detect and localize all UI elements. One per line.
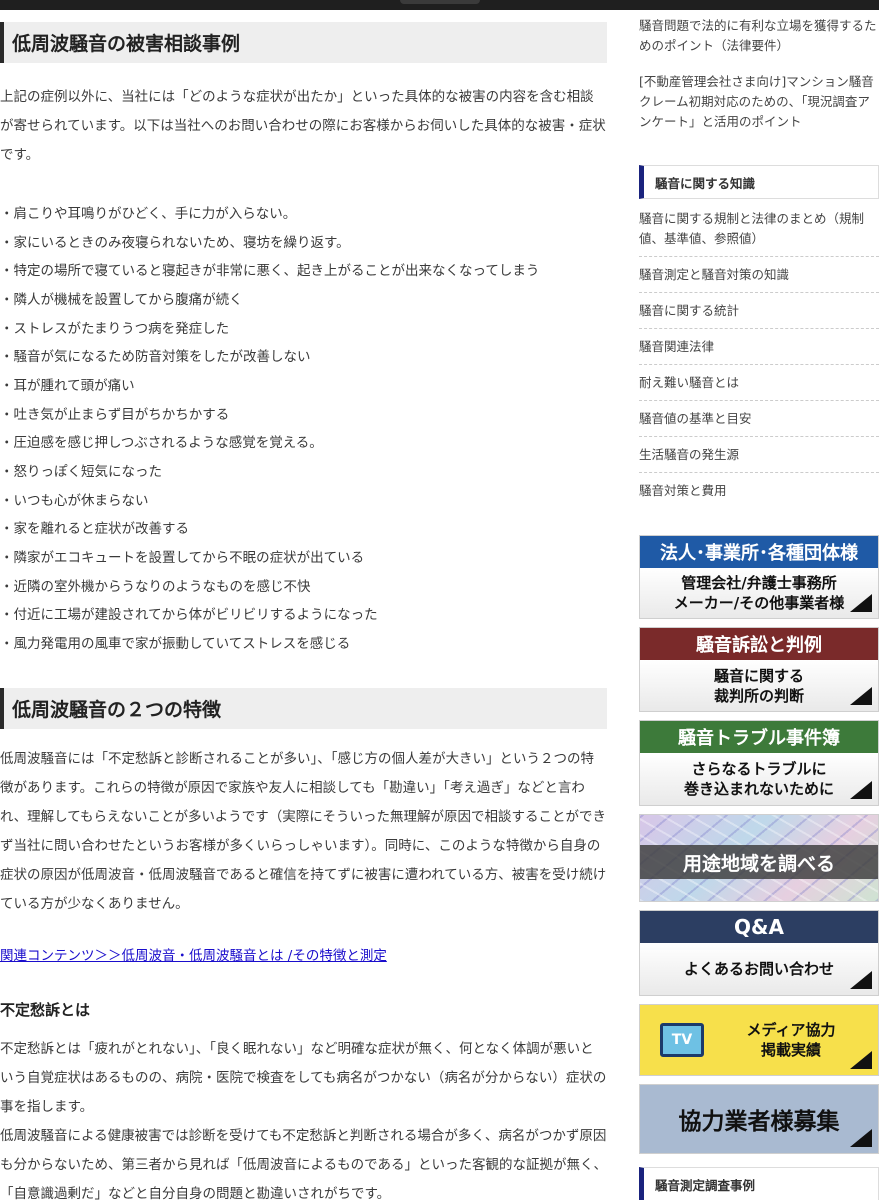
- list-item: ・風力発電用の風車で家が振動していてストレスを感じる: [0, 635, 351, 652]
- sidebar-section-title-cases: 騒音測定調査事例: [639, 1167, 879, 1200]
- sidebar-link-legal-points[interactable]: 騒音問題で法的に有利な立場を獲得するためのポイント（法律要件）: [639, 16, 879, 56]
- list-item: ・いつも心が休まらない: [0, 492, 149, 509]
- banner-corporate-title: 法人･事業所･各種団体様: [640, 536, 878, 568]
- banner-lawsuits[interactable]: 騒音訴訟と判例 騒音に関する 裁判所の判断: [639, 627, 879, 712]
- banner-lawsuits-line2: 裁判所の判断: [713, 686, 804, 705]
- list-item: ・ストレスがたまりうつ病を発症した: [0, 320, 230, 337]
- list-item: ・耳が腫れて頭が痛い: [0, 377, 135, 394]
- tv-icon: TV: [660, 1023, 704, 1057]
- banner-qa-title: Q&A: [640, 911, 878, 943]
- features-paragraph: 低周波騒音には「不定愁訴と診断されることが多い」、「感じ方の個人差が大きい」とい…: [0, 750, 607, 912]
- corner-arrow-icon: [850, 687, 872, 705]
- banner-media[interactable]: TV メディア協力 掲載実績: [639, 1004, 879, 1076]
- corner-arrow-icon: [850, 594, 872, 612]
- sidebar-item-measurement[interactable]: 騒音測定と騒音対策の知識: [639, 257, 879, 293]
- list-item: ・肩こりや耳鳴りがひどく、手に力が入らない。: [0, 206, 297, 222]
- sidebar-item-standards[interactable]: 騒音値の基準と目安: [639, 401, 879, 437]
- banner-trouble-cases[interactable]: 騒音トラブル事件簿 さらなるトラブルに 巻き込まれないために: [639, 720, 879, 806]
- banner-trouble-line2: 巻き込まれないために: [683, 780, 834, 798]
- list-item: ・家を離れると症状が改善する: [0, 521, 189, 538]
- corner-arrow-icon: [850, 1129, 872, 1147]
- sidebar-item-laws[interactable]: 騒音関連法律: [639, 329, 879, 365]
- list-item: ・付近に工場が建設されてから体がビリビリするようになった: [0, 607, 378, 624]
- banner-corporate-body: 管理会社/弁護士事務所 メーカー/その他事業者様: [640, 568, 878, 618]
- sidebar-item-costs[interactable]: 騒音対策と費用: [639, 473, 879, 508]
- corner-arrow-icon: [850, 781, 872, 799]
- banner-qa-body: よくあるお問い合わせ: [640, 943, 878, 995]
- banner-corporate-line2: メーカー/その他事業者様: [673, 594, 845, 612]
- sidebar-knowledge-list: 騒音に関する規制と法律のまとめ（規制値、基準値、参照値） 騒音測定と騒音対策の知…: [639, 205, 879, 508]
- banner-lawsuits-title: 騒音訴訟と判例: [640, 628, 878, 660]
- list-item: ・怒りっぽく短気になった: [0, 463, 162, 480]
- sidebar-section-title-knowledge: 騒音に関する知識: [639, 165, 879, 199]
- banner-partner-text: 協力業者様募集: [678, 1109, 840, 1135]
- corner-arrow-icon: [850, 1051, 872, 1069]
- list-item: ・隣人が機械を設置してから腹痛が続く: [0, 291, 243, 308]
- list-item: ・吐き気が止まらず目がちかちかする: [0, 406, 230, 423]
- article-main: 低周波騒音の被害相談事例 上記の症例以外に、当社には「どのような症状が出たか」と…: [0, 10, 607, 1200]
- list-item: ・圧迫感を感じ押しつぶされるような感覚を覚える。: [0, 435, 323, 452]
- section-heading-cases: 低周波騒音の被害相談事例: [0, 22, 607, 63]
- related-content-link[interactable]: 関連コンテンツ＞＞低周波音・低周波騒音とは /その特徴と測定: [0, 946, 607, 966]
- banner-zoning-text: 用途地域を調べる: [640, 845, 878, 879]
- banner-lawsuits-body: 騒音に関する 裁判所の判断: [640, 660, 878, 711]
- sidebar-item-unbearable[interactable]: 耐え難い騒音とは: [639, 365, 879, 401]
- sidebar: 騒音問題で法的に有利な立場を獲得するためのポイント（法律要件） [不動産管理会社…: [639, 10, 879, 1200]
- banner-lawsuits-line1: 騒音に関する: [713, 666, 804, 685]
- banner-partner-recruit[interactable]: 協力業者様募集: [639, 1084, 879, 1154]
- list-item: ・家にいるときのみ夜寝られないため、寝坊を繰り返す。: [0, 234, 350, 251]
- banner-trouble-title: 騒音トラブル事件簿: [640, 721, 878, 753]
- status-bar-notch: [400, 0, 480, 4]
- sidebar-banners: 法人･事業所･各種団体様 管理会社/弁護士事務所 メーカー/その他事業者様 騒音…: [639, 535, 879, 1154]
- sidebar-item-regulations[interactable]: 騒音に関する規制と法律のまとめ（規制値、基準値、参照値）: [639, 205, 879, 257]
- banner-trouble-line1: さらなるトラブルに: [691, 760, 827, 778]
- futeishuso-paragraph-1: 不定愁訴とは「疲れがとれない」、「良く眠れない」など明確な症状が無く、何となく体…: [0, 1040, 607, 1115]
- banner-qa[interactable]: Q&A よくあるお問い合わせ: [639, 910, 879, 996]
- list-item: ・騒音が気になるため防音対策をしたが改善しない: [0, 349, 311, 366]
- corner-arrow-icon: [850, 971, 872, 989]
- sidebar-item-statistics[interactable]: 騒音に関する統計: [639, 293, 879, 329]
- list-item: ・近隣の室外機からうなりのようなものを感じ不快: [0, 578, 311, 595]
- futeishuso-paragraph-2: 低周波騒音による健康被害では診断を受けても不定愁訴と判断される場合が多く、病名が…: [0, 1127, 607, 1200]
- symptom-list: ・肩こりや耳鳴りがひどく、手に力が入らない。 ・家にいるときのみ夜寝られないため…: [0, 200, 607, 659]
- list-item: ・隣家がエコキュートを設置してから不眠の症状が出ている: [0, 549, 365, 566]
- banner-corporate-line1: 管理会社/弁護士事務所: [681, 574, 837, 592]
- banner-media-line1: メディア協力: [746, 1021, 836, 1039]
- sidebar-link-mansion-survey[interactable]: [不動産管理会社さま向け]マンション騒音クレーム初期対応のための、「現況調査アン…: [639, 72, 879, 132]
- banner-qa-line1: よくあるお問い合わせ: [683, 960, 834, 978]
- list-item: ・特定の場所で寝ていると寝起きが非常に悪く、起き上がることが出来なくなってしまう: [0, 263, 540, 280]
- banner-zoning-map[interactable]: 用途地域を調べる: [639, 814, 879, 902]
- banner-corporate[interactable]: 法人･事業所･各種団体様 管理会社/弁護士事務所 メーカー/その他事業者様: [639, 535, 879, 619]
- section-heading-features: 低周波騒音の２つの特徴: [0, 687, 607, 729]
- sidebar-item-sources[interactable]: 生活騒音の発生源: [639, 437, 879, 473]
- subheading-futeishuso: 不定愁訴とは: [0, 1000, 91, 1019]
- banner-trouble-body: さらなるトラブルに 巻き込まれないために: [640, 753, 878, 805]
- status-bar: [0, 0, 879, 10]
- intro-paragraph: 上記の症例以外に、当社には「どのような症状が出たか」といった具体的な被害の内容を…: [0, 89, 606, 163]
